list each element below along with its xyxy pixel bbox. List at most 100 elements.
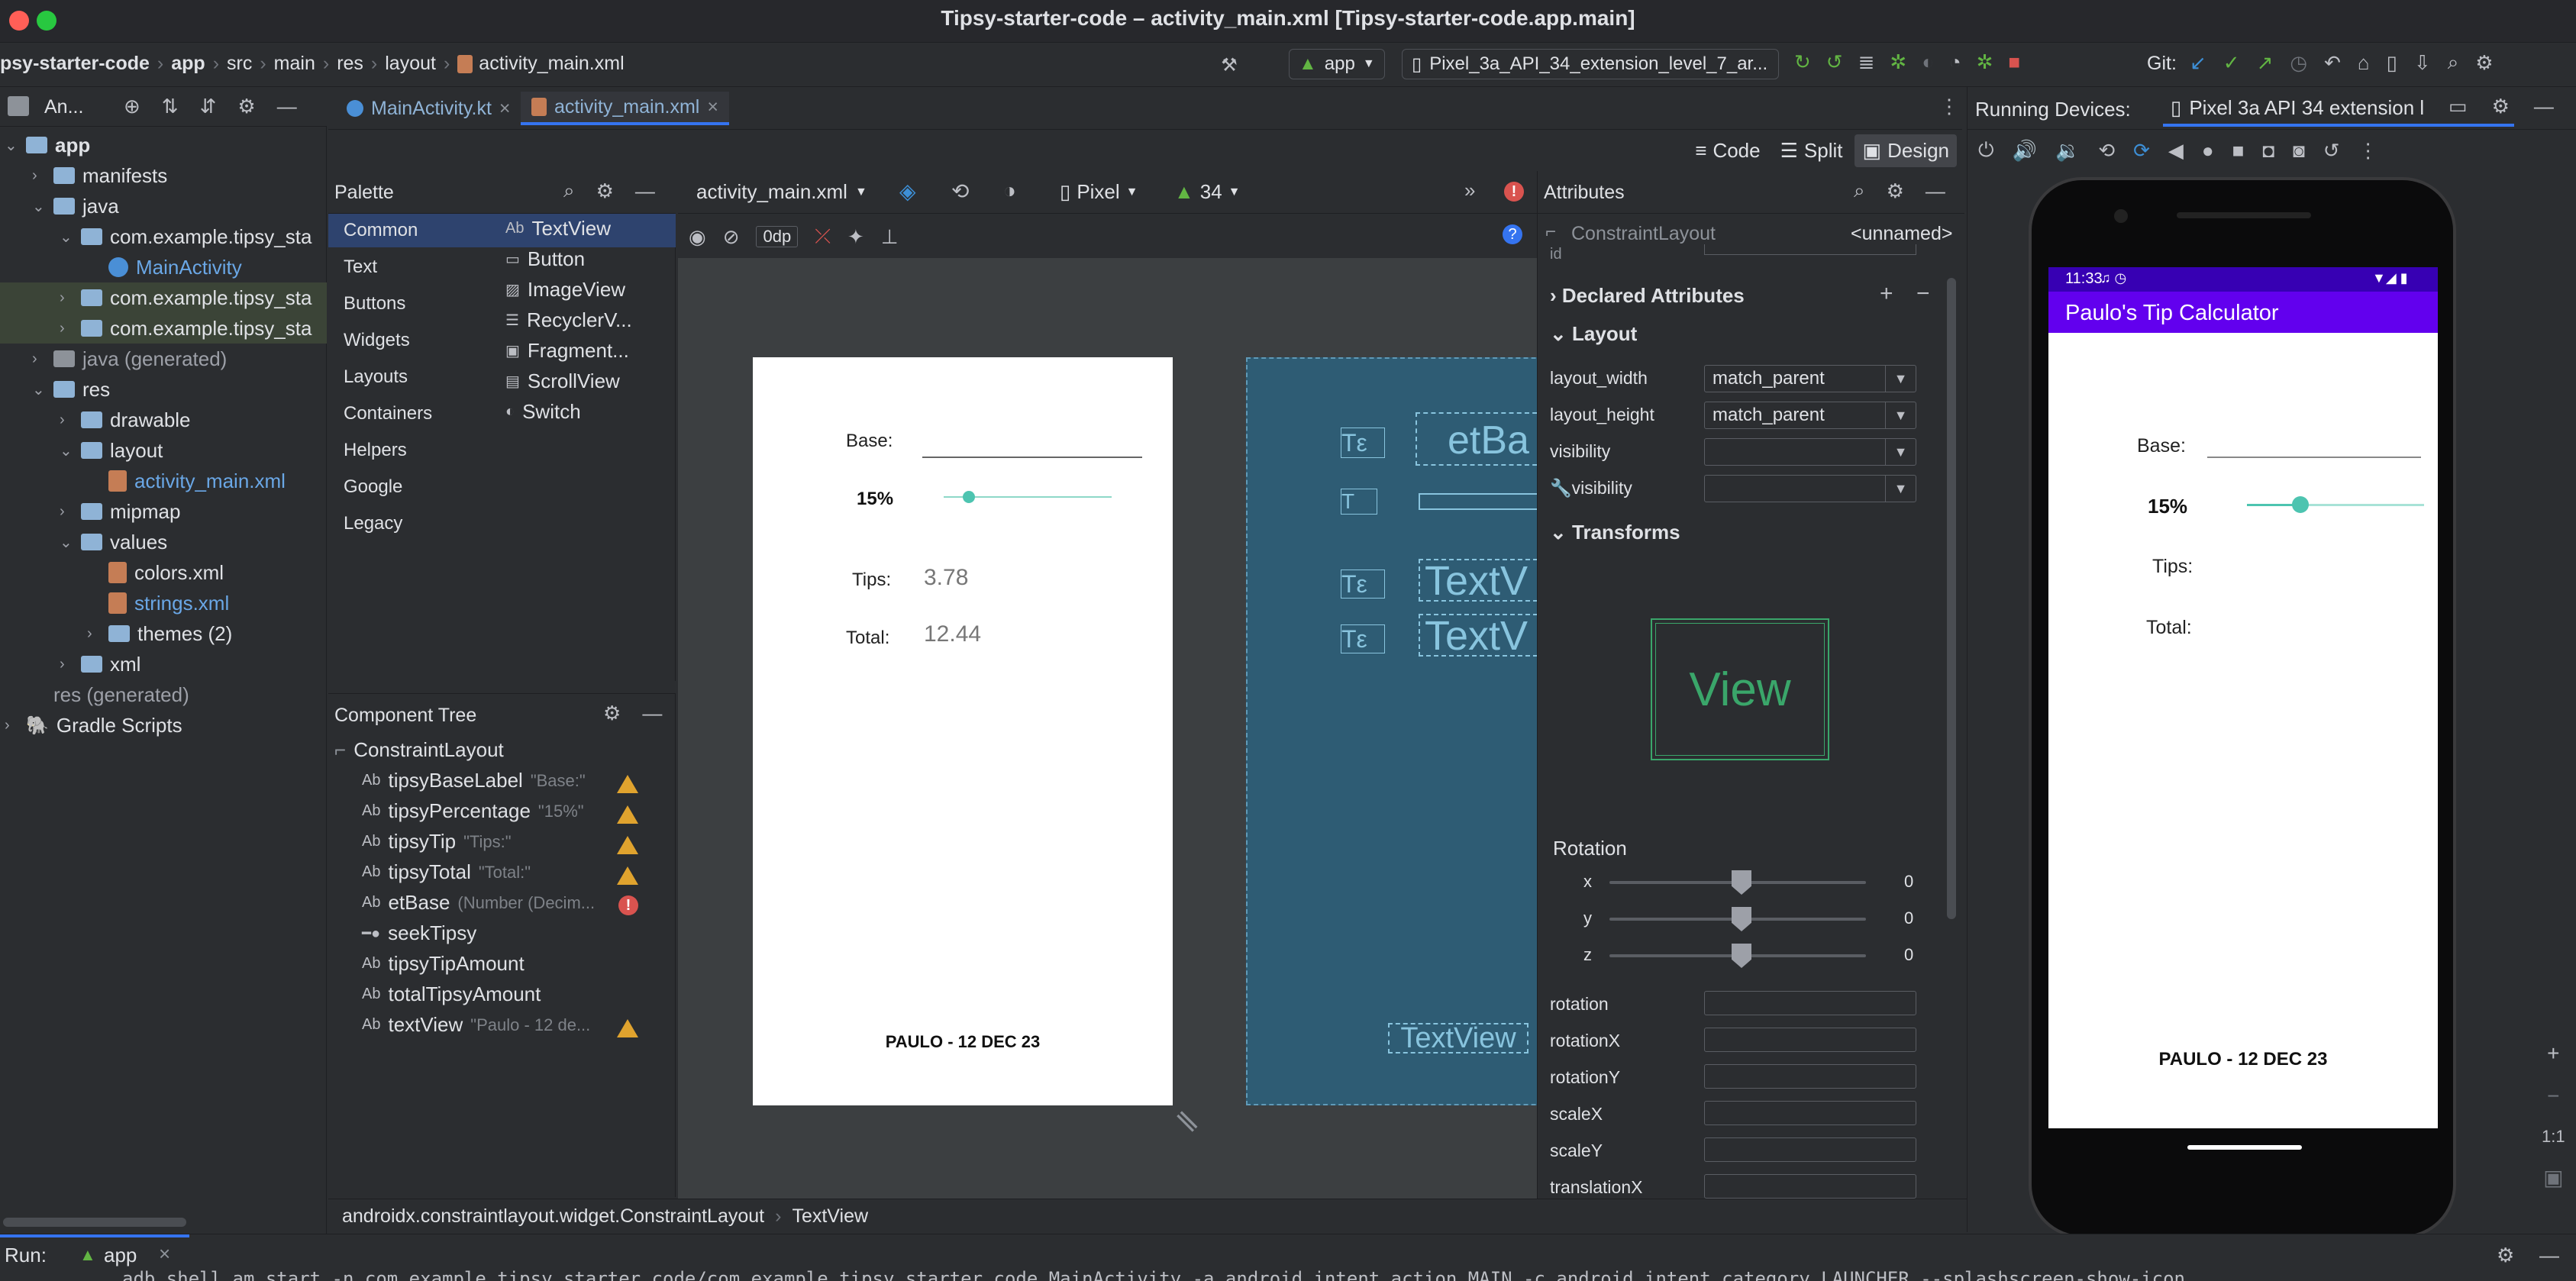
apply-code-changes-icon[interactable]: ↺ [1826,50,1843,74]
volume-up-icon[interactable]: 🔊 [2013,139,2037,163]
palette-category[interactable]: Legacy [344,513,402,534]
rotate-right-icon[interactable]: ⟳ [2133,139,2150,163]
chevron-right-icon[interactable]: › [60,320,75,337]
tree-item[interactable]: ⌄ java [32,191,119,221]
tab-activity-main[interactable]: activity_main.xml × [521,92,729,125]
default-margin-field[interactable]: 0dp [756,226,799,247]
search-icon[interactable]: ⌕ [1854,179,1865,203]
tree-item[interactable]: › themes (2) [87,618,232,649]
warning-icon[interactable] [617,866,638,885]
palette-category[interactable]: Containers [344,403,432,424]
tree-item[interactable]: › drawable [60,405,191,435]
debug-bug-icon[interactable]: ✲ [1890,50,1906,74]
locate-icon[interactable]: ⊕ [124,95,140,118]
phone-screen[interactable]: 11:33 ♫ ◷ ▼◢ ▮ Paulo's Tip Calculator Ba… [2048,267,2438,1128]
blueprint-view[interactable]: Tε etBa T Tε TextV Tε TextV TextView [1246,357,1537,1105]
hide-palette-icon[interactable]: — [635,179,655,203]
close-tab-icon[interactable]: × [499,98,511,120]
make-hammer-icon[interactable]: ⚒ [1214,53,1244,76]
breadcrumb-main[interactable]: main [274,53,315,75]
id-field[interactable] [1704,244,1916,255]
warning-icon[interactable] [617,1019,638,1037]
attributes-scrollbar[interactable] [1947,278,1956,919]
component-node[interactable]: Ab tipsyBaseLabel "Base:" [362,769,586,792]
palette-settings-icon[interactable]: ⚙ [596,179,614,203]
layout-height-select[interactable]: match_parent ▼ [1704,402,1916,429]
breadcrumb-res[interactable]: res [337,53,363,75]
breadcrumb-src[interactable]: src [227,53,252,75]
chevron-right-icon[interactable]: › [32,350,47,368]
expand-all-icon[interactable]: ⇅ [162,95,179,118]
device-settings-icon[interactable]: ⚙ [2492,95,2510,118]
git-history-icon[interactable]: ◷ [2290,51,2307,75]
run-coverage-icon[interactable]: ✲ [1977,50,1993,74]
apply-changes-icon[interactable]: ↻ [1794,50,1811,74]
more-icon[interactable]: ⋮ [2358,139,2378,163]
chevron-right-icon[interactable]: › [60,656,75,673]
chevron-down-icon[interactable]: ⌄ [32,380,47,399]
rotation-slider-thumb[interactable] [1732,870,1751,895]
layout-file-select[interactable]: activity_main.xml ▼ [696,180,867,204]
resize-handle-icon[interactable]: ‖ [1172,1106,1206,1140]
reset-icon[interactable]: ↺ [2323,139,2340,163]
build-list-icon[interactable]: ≣ [1858,50,1875,74]
component-node[interactable]: Ab totalTipsyAmount [362,983,548,1006]
device-manager-icon[interactable]: ⌂ [2358,51,2370,75]
clear-constraints-icon[interactable]: ⤫ [815,224,831,249]
breadcrumb-app[interactable]: app [171,53,205,75]
autoconnect-off-icon[interactable]: ⊘ [723,225,740,249]
chevron-down-icon[interactable]: ⌄ [60,227,75,247]
status-crumb-textview[interactable]: TextView [792,1205,868,1228]
tree-item[interactable]: › mipmap [60,496,180,527]
new-tab-icon[interactable]: ▭ [2448,95,2468,118]
hide-devices-icon[interactable]: — [2534,95,2554,118]
component-node[interactable]: Ab tipsyTip "Tips:" [362,830,512,853]
guidelines-icon[interactable]: ⊥ [881,225,899,249]
run-settings-icon[interactable]: ⚙ [2497,1244,2514,1267]
chevron-down-icon[interactable]: ⌄ [60,533,75,552]
code-mode-button[interactable]: ≡ Code [1687,134,1767,167]
warning-icon[interactable] [617,836,638,854]
breadcrumb-file[interactable]: activity_main.xml [479,53,624,75]
section-transforms[interactable]: ⌄ Transforms [1550,521,1680,544]
palette-item[interactable]: ▤ ScrollView [505,369,620,393]
tree-item[interactable]: › java (generated) [32,344,227,374]
git-push-icon[interactable]: ↗ [2257,51,2274,75]
device-select[interactable]: ▯ Pixel_3a_API_34_extension_level_7_ar... [1402,49,1779,79]
hide-panel-icon[interactable]: — [277,95,297,118]
volume-down-icon[interactable]: 🔉 [2055,139,2080,163]
warning-icon[interactable] [617,775,638,793]
tree-item[interactable]: ⌄ values [60,527,167,557]
chevron-right-icon[interactable]: › [60,289,75,307]
chevron-down-icon[interactable]: ⌄ [60,441,75,460]
chevron-down-icon[interactable]: ⌄ [32,197,47,216]
device-preview-select[interactable]: ▯ Pixel ▼ [1060,180,1138,204]
component-node[interactable]: Ab tipsyPercentage "15%" [362,799,584,823]
palette-category[interactable]: Helpers [344,440,407,461]
close-run-tab-icon[interactable]: × [159,1242,170,1266]
component-node[interactable]: Ab etBase (Number (Decim... [362,891,595,915]
chevron-right-icon[interactable]: › [5,717,20,734]
home-icon[interactable]: ● [2202,139,2214,163]
phone-seekbar-thumb[interactable] [2291,496,2309,513]
attributes-settings-icon[interactable]: ⚙ [1887,179,1904,203]
visibility-select[interactable]: ▼ [1704,438,1916,466]
scalex-field[interactable] [1704,1101,1916,1125]
rotation-slider-thumb[interactable] [1732,944,1751,968]
tree-item[interactable]: activity_main.xml [87,466,286,496]
collapse-all-icon[interactable]: ⇵ [200,95,217,118]
hide-attributes-icon[interactable]: — [1926,179,1945,203]
tree-item[interactable]: MainActivity [87,252,242,282]
settings-gear-icon[interactable]: ⚙ [2475,51,2493,75]
hide-tree-icon[interactable]: — [642,702,662,725]
infer-constraints-icon[interactable]: ✦ [847,225,864,249]
tree-item[interactable]: ⌄ com.example.tipsy_sta [60,221,312,252]
warning-icon[interactable] [617,805,638,824]
scaley-field[interactable] [1704,1137,1916,1162]
chevron-right-icon[interactable]: › [32,167,47,185]
project-settings-icon[interactable]: ⚙ [237,95,255,118]
section-layout[interactable]: ⌄ Layout [1550,322,1637,346]
palette-category[interactable]: Common [344,220,418,241]
rotate-left-icon[interactable]: ⟲ [2098,139,2115,163]
tree-settings-icon[interactable]: ⚙ [603,702,621,725]
